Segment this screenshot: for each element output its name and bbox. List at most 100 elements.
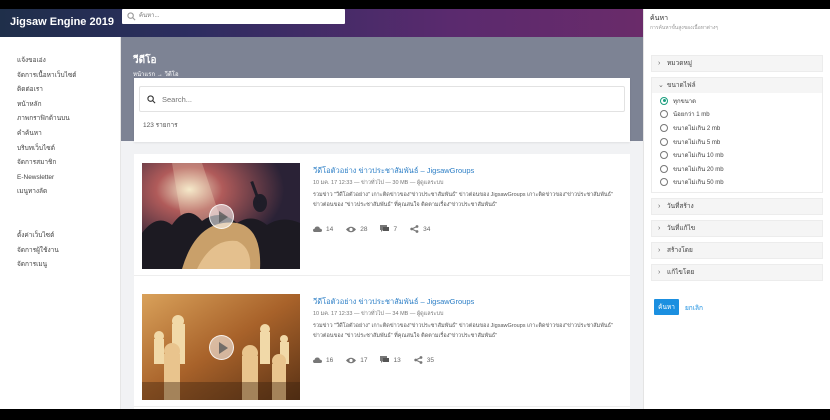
sidebar-item[interactable]: แจ้งขอเอ่ง <box>0 54 120 69</box>
radio[interactable] <box>660 164 668 173</box>
search-icon <box>127 12 136 21</box>
chevron-right-icon: › <box>658 225 661 233</box>
video-thumbnail[interactable] <box>142 294 300 400</box>
sidebar-item[interactable]: จัดการผู้ใช้งาน <box>0 244 120 259</box>
shares-count: 35 <box>426 356 434 364</box>
search-icon <box>147 95 156 104</box>
list-item: วีดีโอตัวอย่าง ข่าวประชาสัมพันธ์ – Jigsa… <box>134 285 630 407</box>
views-stat: 16 <box>313 356 333 364</box>
sidebar-item[interactable]: คำค้นหา <box>0 127 120 142</box>
radio[interactable] <box>660 151 668 160</box>
eye-stat: 17 <box>346 356 367 364</box>
item-description: รวมข่าว "วีดีโอตัวอย่าง" เกาะติดข่าวของ"… <box>313 323 613 339</box>
sidebar-item[interactable]: ตั้งค่าเว็บไซต์ <box>0 229 120 244</box>
radio[interactable] <box>660 110 668 119</box>
chevron-down-icon: ⌄ <box>658 82 664 89</box>
top-search-box[interactable] <box>122 9 345 24</box>
share-icon <box>414 356 423 364</box>
top-search-input[interactable] <box>139 10 329 22</box>
app-window: Jigsaw Engine 2019 แจ้งขอเอ่ง จัดการเนื้… <box>0 9 830 409</box>
eye-stat: 28 <box>346 225 367 233</box>
sidebar-item[interactable]: ติดต่อเรา <box>0 83 120 98</box>
search-input[interactable] <box>162 92 602 106</box>
advanced-search-panel: ค้นหา การค้นหาขั้นสูงของเนื้อหาต่างๆ › หม… <box>643 9 830 409</box>
item-title-link[interactable]: วีดีโอตัวอย่าง ข่าวประชาสัมพันธ์ – Jigsa… <box>313 165 474 177</box>
filesize-option[interactable]: ขนาดไม่เกิน 5 mb <box>660 135 822 149</box>
radio[interactable] <box>660 137 668 146</box>
search-button[interactable]: ค้นหา <box>654 299 679 315</box>
filter-label: วันที่สร้าง <box>667 203 694 211</box>
filesize-option[interactable]: ขนาดไม่เกิน 2 mb <box>660 121 822 135</box>
eye-icon <box>346 357 357 363</box>
play-icon[interactable] <box>209 204 234 229</box>
filesize-option[interactable]: ขนาดไม่เกิน 50 mb <box>660 176 822 190</box>
chevron-right-icon: › <box>658 203 661 211</box>
sidebar-section-main <box>0 43 120 54</box>
sidebar-item[interactable]: จัดการเมนู <box>0 258 120 273</box>
option-label: ขนาดไม่เกิน 10 mb <box>673 153 724 160</box>
views-count: 14 <box>326 225 334 233</box>
filter-category[interactable]: › หมวดหมู่ <box>651 55 823 72</box>
sidebar-item[interactable]: บริบทเว็บไซต์ <box>0 142 120 157</box>
filter-label: วันที่แก้ไข <box>667 225 696 233</box>
filesize-option[interactable]: ขนาดไม่เกิน 10 mb <box>660 148 822 162</box>
option-label: ขนาดไม่เกิน 2 mb <box>673 125 721 132</box>
sidebar-section-settings <box>0 218 120 229</box>
play-icon[interactable] <box>209 335 234 360</box>
filter-label: ขนาดไฟล์ <box>667 82 696 89</box>
brand-title: Jigsaw Engine 2019 <box>10 16 114 28</box>
option-label: น้อยกว่า 1 mb <box>673 112 710 119</box>
filter-created-by[interactable]: › สร้างโดย <box>651 242 823 260</box>
result-count: 123 รายการ <box>143 122 178 129</box>
option-label: ขนาดไม่เกิน 5 mb <box>673 139 721 146</box>
filter-modified-by[interactable]: › แก้ไขโดย <box>651 264 823 282</box>
option-label: ขนาดไม่เกิน 50 mb <box>673 180 724 187</box>
shares-stat: 35 <box>414 356 434 364</box>
views-count: 16 <box>326 356 334 364</box>
cloud-icon <box>313 226 322 232</box>
comments-count: 7 <box>393 225 398 233</box>
sidebar-item[interactable]: จัดการเนื้อหาเว็บไซต์ <box>0 69 120 84</box>
option-label: ทุกขนาด <box>673 98 697 105</box>
comments-stat: 13 <box>380 356 401 364</box>
video-list: วีดีโอตัวอย่าง ข่าวประชาสัมพันธ์ – Jigsa… <box>134 154 630 409</box>
top-bar: Jigsaw Engine 2019 <box>0 9 643 37</box>
panel-title: ค้นหา <box>650 15 669 22</box>
item-description: รวมข่าว "วีดีโอตัวอย่าง" เกาะติดข่าวของ"… <box>313 192 613 208</box>
eye-icon <box>346 226 357 232</box>
radio[interactable] <box>660 178 668 187</box>
eye-count: 17 <box>360 356 368 364</box>
video-thumbnail[interactable] <box>142 163 300 269</box>
sidebar-item[interactable]: หน้าหลัก <box>0 98 120 113</box>
shares-count: 34 <box>423 225 431 233</box>
filter-modified-date[interactable]: › วันที่แก้ไข <box>651 220 823 238</box>
cloud-icon <box>313 357 322 363</box>
cancel-link[interactable]: ยกเลิก <box>685 303 703 313</box>
chevron-right-icon: › <box>658 60 661 67</box>
filesize-option[interactable]: ขนาดไม่เกิน 20 mb <box>660 162 822 176</box>
filter-created-date[interactable]: › วันที่สร้าง <box>651 198 823 216</box>
views-stat: 14 <box>313 225 333 233</box>
comment-icon <box>380 356 390 363</box>
comments-stat: 7 <box>380 225 397 233</box>
page-title: วีดีโอ <box>133 55 157 66</box>
radio[interactable] <box>660 123 668 132</box>
option-label: ขนาดไม่เกิน 20 mb <box>673 166 724 173</box>
eye-count: 28 <box>360 225 368 233</box>
sidebar-item[interactable]: เมนูทางลัด <box>0 185 120 200</box>
filter-filesize[interactable]: ⌄ ขนาดไฟล์ ทุกขนาด น้อยกว่า 1 mb ขนาดไม่เ… <box>651 77 823 194</box>
filter-label: แก้ไขโดย <box>667 269 695 277</box>
share-icon <box>410 225 419 233</box>
sidebar-item[interactable]: จัดการสมาชิก <box>0 156 120 171</box>
item-title-link[interactable]: วีดีโอตัวอย่าง ข่าวประชาสัมพันธ์ – Jigsa… <box>313 296 474 308</box>
filter-label: สร้างโดย <box>667 247 693 255</box>
search-box[interactable] <box>139 86 625 112</box>
sidebar-item[interactable]: ภาพกราฟิกด้านบน <box>0 112 120 127</box>
list-item: วีดีโอตัวอย่าง ข่าวประชาสัมพันธ์ – Jigsa… <box>134 154 630 276</box>
item-stats: 14 28 7 34 <box>313 225 443 233</box>
sidebar-item[interactable]: E-Newsletter <box>0 171 120 186</box>
filesize-option[interactable]: ทุกขนาด <box>660 94 822 108</box>
comment-icon <box>380 225 390 232</box>
radio-selected[interactable] <box>660 96 668 105</box>
filesize-option[interactable]: น้อยกว่า 1 mb <box>660 108 822 122</box>
